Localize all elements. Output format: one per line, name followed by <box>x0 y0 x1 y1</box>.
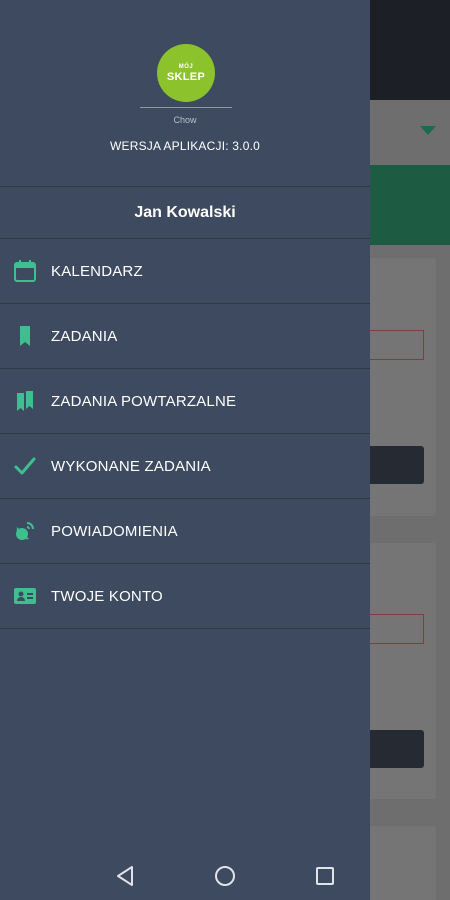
system-nav-bar <box>0 852 450 900</box>
menu-item-label: KALENDARZ <box>51 262 143 280</box>
menu-item-label: ZADANIA <box>51 327 118 345</box>
drawer-header: MÓJ SKLEP Chow WERSJA APLIKACJI: 3.0.0 <box>0 0 370 186</box>
menu-item-completed-tasks[interactable]: WYKONANE ZADANIA <box>0 434 370 499</box>
app-logo: MÓJ SKLEP <box>157 44 215 102</box>
satellite-dish-icon <box>12 518 38 544</box>
user-name: Jan Kowalski <box>134 203 236 221</box>
menu-item-label: WYKONANE ZADANIA <box>51 457 211 475</box>
menu-item-calendar[interactable]: KALENDARZ <box>0 239 370 304</box>
back-icon[interactable] <box>113 864 137 888</box>
dropdown-arrow-icon <box>420 126 436 135</box>
double-bookmark-icon <box>12 388 38 414</box>
logo-text-main: SKLEP <box>166 70 206 83</box>
app-version: WERSJA APLIKACJI: 3.0.0 <box>110 139 260 153</box>
menu-item-label: POWIADOMIENIA <box>51 522 178 540</box>
menu-item-label: ZADANIA POWTARZALNE <box>51 392 237 410</box>
menu-item-account[interactable]: TWOJE KONTO <box>0 564 370 629</box>
logo-divider <box>140 107 232 108</box>
logo-text-small: MÓJ <box>178 63 194 70</box>
user-profile[interactable]: Jan Kowalski <box>0 186 370 239</box>
menu-item-tasks[interactable]: ZADANIA <box>0 304 370 369</box>
navigation-drawer: MÓJ SKLEP Chow WERSJA APLIKACJI: 3.0.0 J… <box>0 0 370 900</box>
drawer-menu: KALENDARZ ZADANIA ZADANIA POWTARZALNE WY… <box>0 239 370 629</box>
checkmark-icon <box>12 453 38 479</box>
menu-item-notifications[interactable]: POWIADOMIENIA <box>0 499 370 564</box>
home-icon[interactable] <box>213 864 237 888</box>
calendar-icon <box>12 258 38 284</box>
id-card-icon <box>12 583 38 609</box>
recent-apps-icon[interactable] <box>313 864 337 888</box>
menu-item-label: TWOJE KONTO <box>51 587 163 605</box>
menu-item-recurring-tasks[interactable]: ZADANIA POWTARZALNE <box>0 369 370 434</box>
bookmark-icon <box>12 323 38 349</box>
store-name: Chow <box>173 115 197 125</box>
